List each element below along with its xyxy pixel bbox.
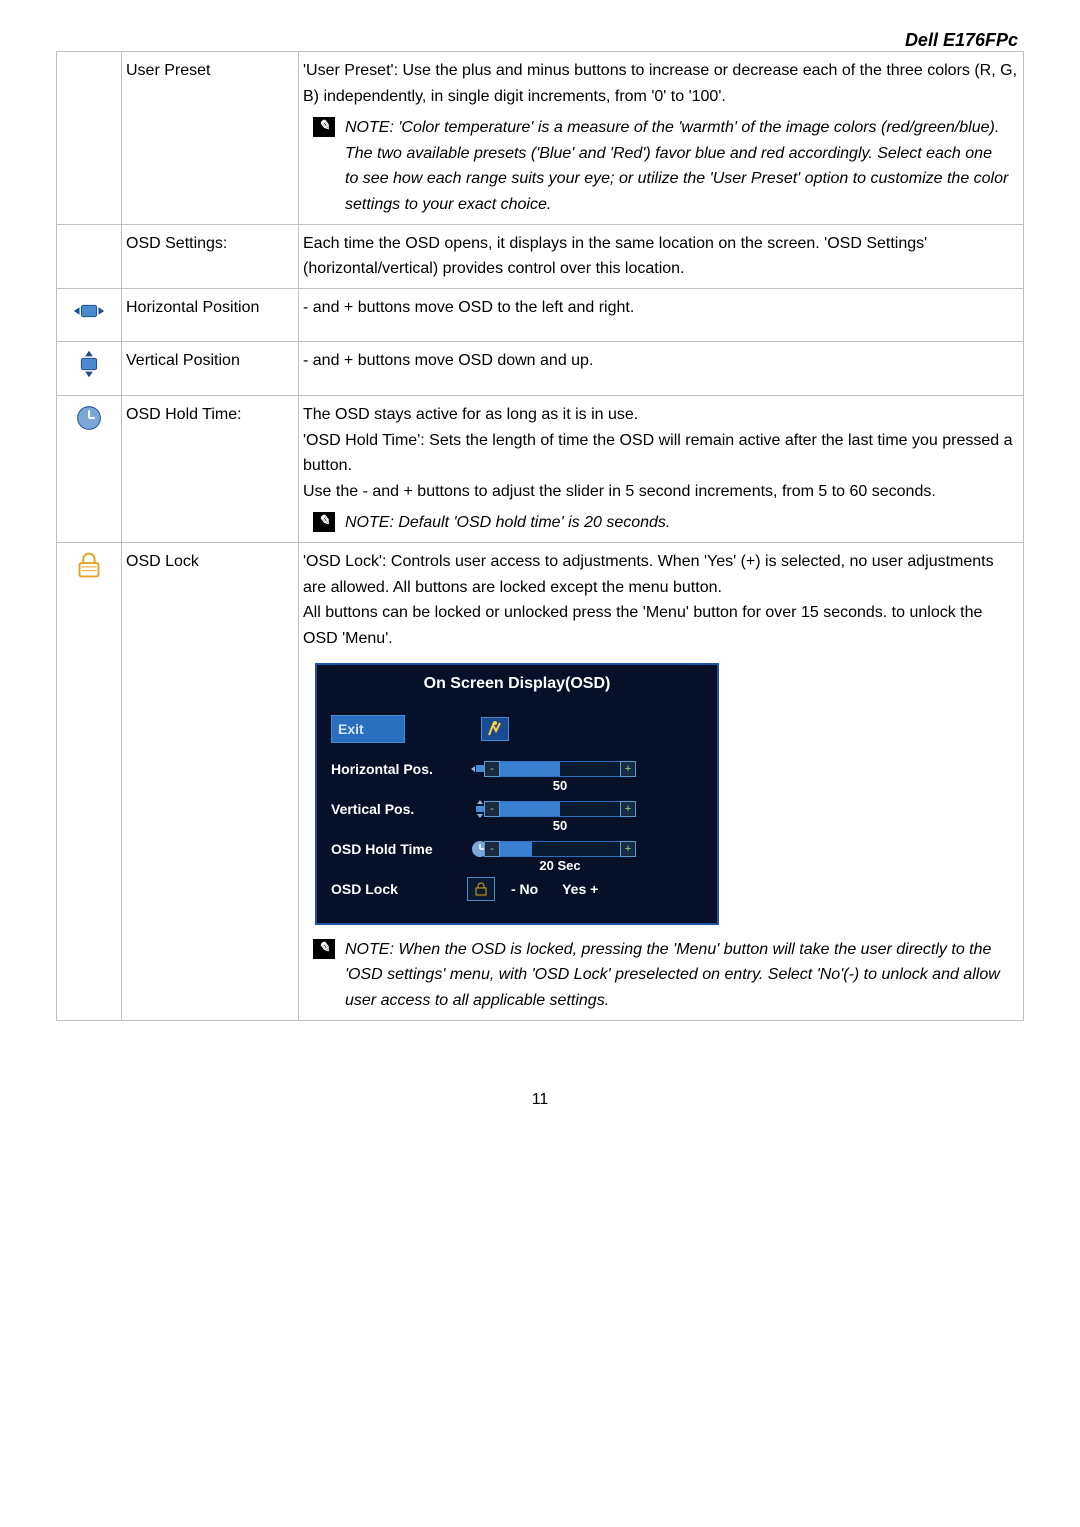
osd-lock-label[interactable]: OSD Lock bbox=[331, 878, 461, 900]
osd-hpos-value: 50 bbox=[500, 776, 620, 797]
plus-button[interactable]: + bbox=[620, 761, 636, 777]
clock-icon bbox=[70, 402, 108, 434]
plus-button[interactable]: + bbox=[620, 841, 636, 857]
osd-hold-slider[interactable]: - + 20 Sec bbox=[499, 841, 621, 857]
minus-button[interactable]: - bbox=[484, 761, 500, 777]
page-number: 11 bbox=[56, 1091, 1024, 1109]
osd-hpos-label[interactable]: Horizontal Pos. bbox=[331, 758, 461, 780]
row-icon-user-preset bbox=[57, 52, 122, 225]
row-icon-holdtime bbox=[57, 395, 122, 542]
row-name-osd-settings: OSD Settings: bbox=[122, 224, 299, 288]
row-name-hpos: Horizontal Position bbox=[122, 288, 299, 342]
osd-lock-no[interactable]: - No bbox=[511, 881, 538, 897]
user-preset-desc-text: 'User Preset': Use the plus and minus bu… bbox=[303, 58, 1019, 109]
holdtime-note: NOTE: Default 'OSD hold time' is 20 seco… bbox=[345, 510, 670, 536]
row-name-user-preset: User Preset bbox=[122, 52, 299, 225]
product-header: Dell E176FPc bbox=[56, 30, 1024, 51]
user-preset-note: NOTE: 'Color temperature' is a measure o… bbox=[345, 115, 1009, 217]
row-desc-vpos: - and + buttons move OSD down and up. bbox=[299, 342, 1024, 396]
row-desc-osd-settings: Each time the OSD opens, it displays in … bbox=[299, 224, 1024, 288]
row-desc-hpos: - and + buttons move OSD to the left and… bbox=[299, 288, 1024, 342]
exit-run-icon bbox=[481, 717, 509, 741]
osd-hpos-slider[interactable]: - + 50 bbox=[499, 761, 621, 777]
row-desc-holdtime: The OSD stays active for as long as it i… bbox=[299, 395, 1024, 542]
horizontal-position-icon bbox=[70, 295, 108, 327]
osd-vpos-label[interactable]: Vertical Pos. bbox=[331, 798, 461, 820]
osd-lock-yes[interactable]: Yes + bbox=[562, 881, 598, 897]
note-icon: ✎ bbox=[313, 512, 335, 532]
minus-button[interactable]: - bbox=[484, 801, 500, 817]
osd-hold-value: 20 Sec bbox=[500, 856, 620, 877]
osd-dialog: On Screen Display(OSD) Exit Horizontal P… bbox=[315, 663, 719, 925]
osd-dialog-title: On Screen Display(OSD) bbox=[317, 665, 717, 703]
osd-exit-item[interactable]: Exit bbox=[331, 715, 405, 743]
osd-hold-label[interactable]: OSD Hold Time bbox=[331, 838, 461, 860]
settings-table: User Preset 'User Preset': Use the plus … bbox=[56, 51, 1024, 1021]
lock-icon bbox=[70, 549, 108, 581]
row-desc-osdlock: 'OSD Lock': Controls user access to adju… bbox=[299, 542, 1024, 1020]
row-name-osdlock: OSD Lock bbox=[122, 542, 299, 1020]
osdlock-note: NOTE: When the OSD is locked, pressing t… bbox=[345, 937, 1009, 1014]
note-icon: ✎ bbox=[313, 117, 335, 137]
osdlock-desc-text: 'OSD Lock': Controls user access to adju… bbox=[303, 549, 1019, 651]
lock-icon bbox=[467, 877, 495, 901]
row-name-holdtime: OSD Hold Time: bbox=[122, 395, 299, 542]
row-icon-vpos bbox=[57, 342, 122, 396]
note-icon: ✎ bbox=[313, 939, 335, 959]
minus-button[interactable]: - bbox=[484, 841, 500, 857]
osd-vpos-value: 50 bbox=[500, 816, 620, 837]
vertical-position-icon bbox=[70, 348, 108, 380]
row-desc-user-preset: 'User Preset': Use the plus and minus bu… bbox=[299, 52, 1024, 225]
row-icon-osd-settings bbox=[57, 224, 122, 288]
plus-button[interactable]: + bbox=[620, 801, 636, 817]
row-icon-hpos bbox=[57, 288, 122, 342]
osd-vpos-slider[interactable]: - + 50 bbox=[499, 801, 621, 817]
row-name-vpos: Vertical Position bbox=[122, 342, 299, 396]
row-icon-osdlock bbox=[57, 542, 122, 1020]
holdtime-desc-text: The OSD stays active for as long as it i… bbox=[303, 402, 1019, 504]
